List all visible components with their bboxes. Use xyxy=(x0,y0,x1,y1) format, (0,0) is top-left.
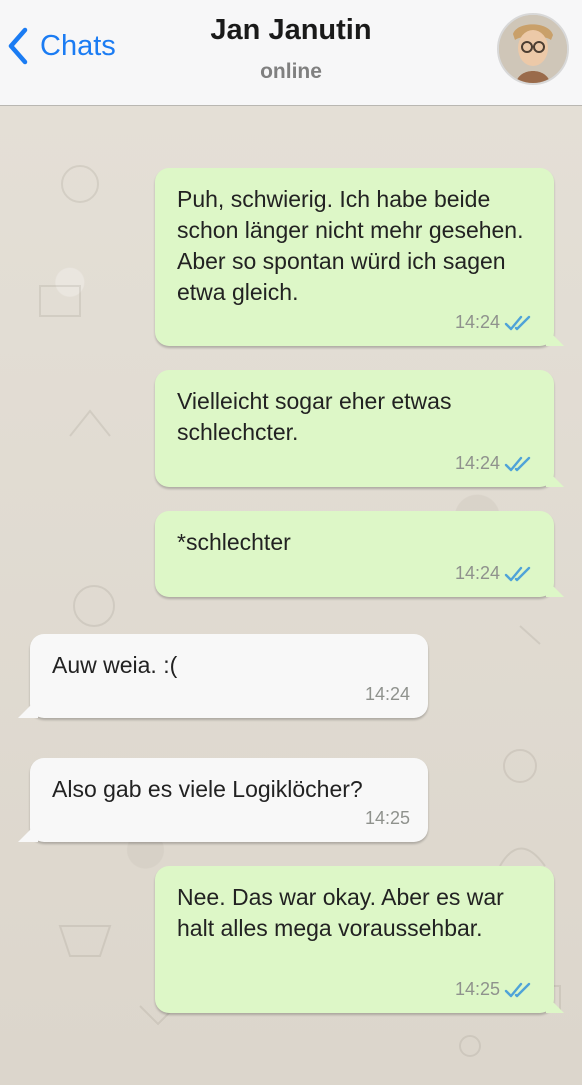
message-text: Vielleicht sogar eher etwas schlechcter. xyxy=(177,388,452,445)
message-time: 14:25 xyxy=(454,979,500,999)
message-bubble-outgoing[interactable]: *schlechter 14:24 xyxy=(155,511,564,597)
message-text: Also gab es viele Logiklöcher? xyxy=(52,776,363,802)
message-meta: 14:24 xyxy=(365,679,410,710)
contact-status: online xyxy=(260,60,322,83)
contact-avatar[interactable] xyxy=(497,13,569,85)
message-meta: 14:24 xyxy=(455,448,536,479)
message-bubble-incoming[interactable]: Also gab es viele Logiklöcher? 14:25 xyxy=(18,758,428,842)
double-check-icon xyxy=(504,566,531,581)
message-bubble-outgoing[interactable]: Vielleicht sogar eher etwas schlechcter.… xyxy=(155,370,564,487)
message-text: Auw weia. :( xyxy=(52,652,178,678)
double-check-icon xyxy=(504,315,531,330)
message-time: 14:24 xyxy=(454,563,500,583)
contact-name[interactable]: Jan Janutin xyxy=(0,14,582,47)
chat-header: Chats Jan Janutin online xyxy=(0,0,582,106)
message-time: 14:24 xyxy=(454,453,500,473)
message-time: 14:25 xyxy=(364,808,410,828)
message-bubble-outgoing[interactable]: Nee. Das war okay. Aber es war halt alle… xyxy=(155,866,564,1013)
message-meta: 14:25 xyxy=(455,974,536,1005)
message-meta: 14:24 xyxy=(455,307,536,338)
message-meta: 14:25 xyxy=(365,803,410,834)
message-text: Puh, schwierig. Ich habe beide schon län… xyxy=(177,186,524,305)
message-text: Nee. Das war okay. Aber es war halt alle… xyxy=(177,884,504,941)
message-text: *schlechter xyxy=(177,529,291,555)
message-bubble-incoming[interactable]: Auw weia. :( 14:24 xyxy=(18,634,428,718)
double-check-icon xyxy=(504,982,531,997)
message-time: 14:24 xyxy=(364,684,410,704)
double-check-icon xyxy=(504,456,531,471)
message-meta: 14:24 xyxy=(455,558,536,589)
message-time: 14:24 xyxy=(454,312,500,332)
message-bubble-outgoing[interactable]: Puh, schwierig. Ich habe beide schon län… xyxy=(155,168,564,346)
